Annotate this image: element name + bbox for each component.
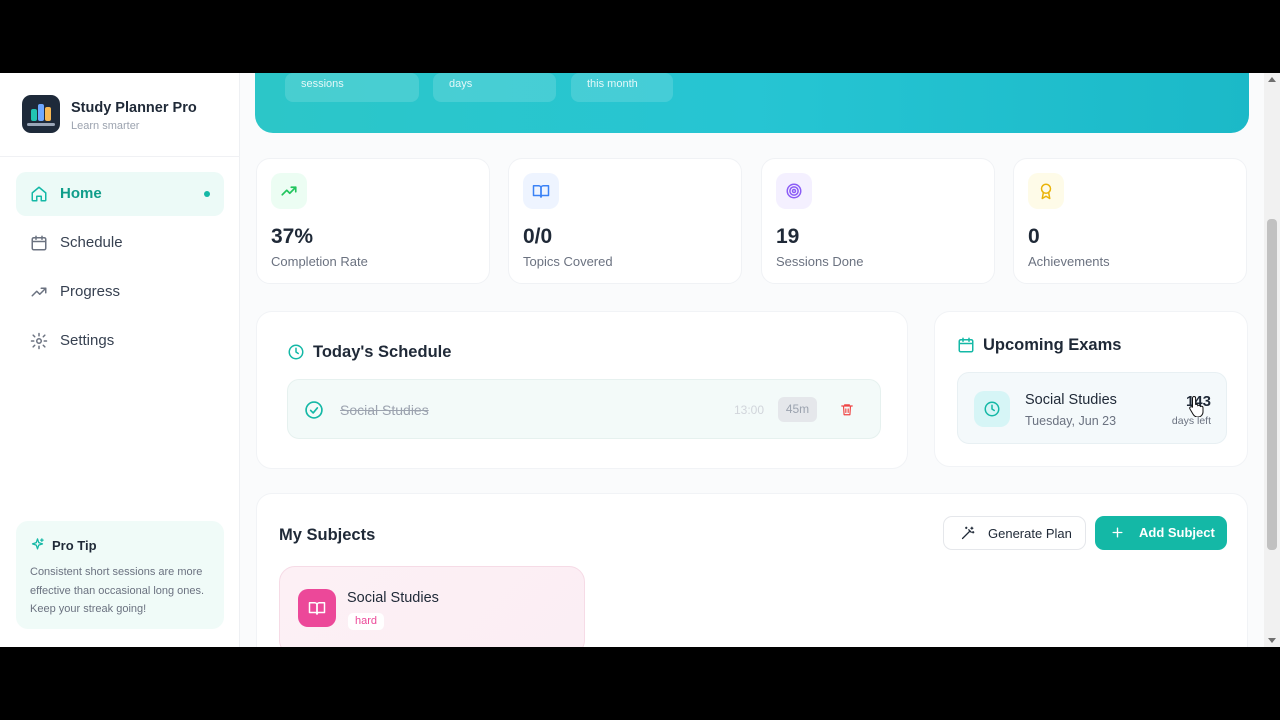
generate-plan-button[interactable]: Generate Plan	[943, 516, 1086, 550]
trash-icon[interactable]	[840, 402, 854, 417]
hero-stat-chip: sessions	[285, 73, 419, 102]
calendar-icon	[958, 337, 974, 353]
book-icon	[308, 602, 326, 615]
app-logo	[22, 95, 60, 133]
active-indicator-dot	[204, 191, 210, 197]
app-subtitle: Learn smarter	[71, 120, 140, 132]
hero-stat-chip: this month	[571, 73, 673, 102]
exams-title: Upcoming Exams	[983, 336, 1122, 354]
sidebar-item-label: Settings	[60, 332, 115, 349]
stat-icon-bg	[523, 173, 559, 209]
hand-cursor-icon	[1189, 395, 1204, 417]
home-icon	[31, 186, 47, 202]
stat-label: Achievements	[1028, 254, 1110, 269]
todays-schedule-card: Today's Schedule Social Studies 13:00 45…	[256, 311, 908, 469]
check-circle-icon[interactable]	[304, 400, 324, 420]
letterbox-bottom	[0, 647, 1280, 720]
sidebar-item-progress[interactable]: Progress	[16, 270, 224, 314]
stat-card-achievements: 0 Achievements	[1013, 158, 1247, 284]
exam-icon-bg	[974, 391, 1010, 427]
schedule-subject: Social Studies	[340, 402, 429, 418]
pro-tip-title: Pro Tip	[52, 538, 97, 553]
subject-name: Social Studies	[347, 590, 439, 606]
hero-banner: sessions days this month	[255, 73, 1249, 133]
upcoming-exams-card: Upcoming Exams Social Studies Tuesday, J…	[934, 311, 1248, 467]
sidebar-item-label: Progress	[60, 283, 121, 300]
stat-value: 19	[776, 225, 800, 248]
stat-label: Completion Rate	[271, 254, 368, 269]
sidebar-item-settings[interactable]: Settings	[16, 319, 224, 363]
scroll-up-arrow[interactable]	[1268, 77, 1276, 82]
clock-icon	[288, 344, 304, 360]
schedule-duration-badge: 45m	[778, 397, 817, 422]
brand: Study Planner Pro Learn smarter	[0, 73, 240, 157]
plus-icon	[1112, 527, 1123, 538]
trending-up-icon	[31, 287, 47, 297]
award-icon	[1040, 183, 1052, 200]
sidebar-item-home[interactable]: Home	[16, 172, 224, 216]
difficulty-badge: hard	[348, 613, 385, 630]
stat-icon-bg	[271, 173, 307, 209]
gear-icon	[30, 332, 48, 350]
exam-subject: Social Studies	[1025, 392, 1117, 408]
app-title: Study Planner Pro	[71, 100, 197, 116]
clock-icon	[984, 401, 1000, 417]
target-icon	[786, 183, 802, 199]
subjects-title: My Subjects	[279, 526, 376, 544]
exam-date: Tuesday, Jun 23	[1025, 414, 1117, 428]
sidebar-item-schedule[interactable]: Schedule	[16, 221, 224, 265]
schedule-item[interactable]: Social Studies 13:00 45m	[287, 379, 881, 439]
trending-up-icon	[281, 186, 297, 196]
add-subject-button[interactable]: Add Subject	[1095, 516, 1227, 550]
book-icon	[532, 185, 550, 198]
schedule-title: Today's Schedule	[313, 343, 452, 361]
magic-wand-icon	[961, 526, 975, 540]
schedule-time: 13:00	[734, 403, 765, 417]
hero-stat-chip: days	[433, 73, 556, 102]
scrollbar-thumb[interactable]	[1267, 219, 1277, 550]
stat-value: 0	[1028, 225, 1040, 248]
sparkles-icon	[31, 538, 44, 550]
stat-value: 0/0	[523, 225, 553, 248]
stat-icon-bg	[776, 173, 812, 209]
stat-value: 37%	[271, 225, 314, 248]
sidebar-item-label: Schedule	[60, 234, 123, 251]
letterbox-top	[0, 0, 1280, 73]
my-subjects-card: My Subjects Generate Plan Add Subject So…	[256, 493, 1248, 647]
sidebar-item-label: Home	[60, 185, 102, 202]
subject-icon-bg	[298, 589, 336, 627]
generate-plan-label: Generate Plan	[988, 526, 1072, 541]
stat-label: Sessions Done	[776, 254, 864, 269]
stat-icon-bg	[1028, 173, 1064, 209]
stat-card-topics: 0/0 Topics Covered	[508, 158, 742, 284]
stat-label: Topics Covered	[523, 254, 613, 269]
stat-card-completion: 37% Completion Rate	[256, 158, 490, 284]
pro-tip-card: Pro Tip Consistent short sessions are mo…	[16, 521, 224, 629]
calendar-icon	[31, 235, 47, 251]
add-subject-label: Add Subject	[1139, 525, 1215, 540]
scroll-down-arrow[interactable]	[1268, 638, 1276, 643]
stat-card-sessions: 19 Sessions Done	[761, 158, 995, 284]
pro-tip-text: Consistent short sessions are more effec…	[30, 566, 205, 615]
sidebar: Study Planner Pro Learn smarter Home Sch…	[0, 73, 240, 647]
exam-item[interactable]: Social Studies Tuesday, Jun 23 143 days …	[957, 372, 1227, 444]
subject-card[interactable]: Social Studies hard	[279, 566, 585, 647]
app-window: Study Planner Pro Learn smarter Home Sch…	[0, 73, 1280, 647]
vertical-scrollbar[interactable]	[1264, 73, 1280, 647]
